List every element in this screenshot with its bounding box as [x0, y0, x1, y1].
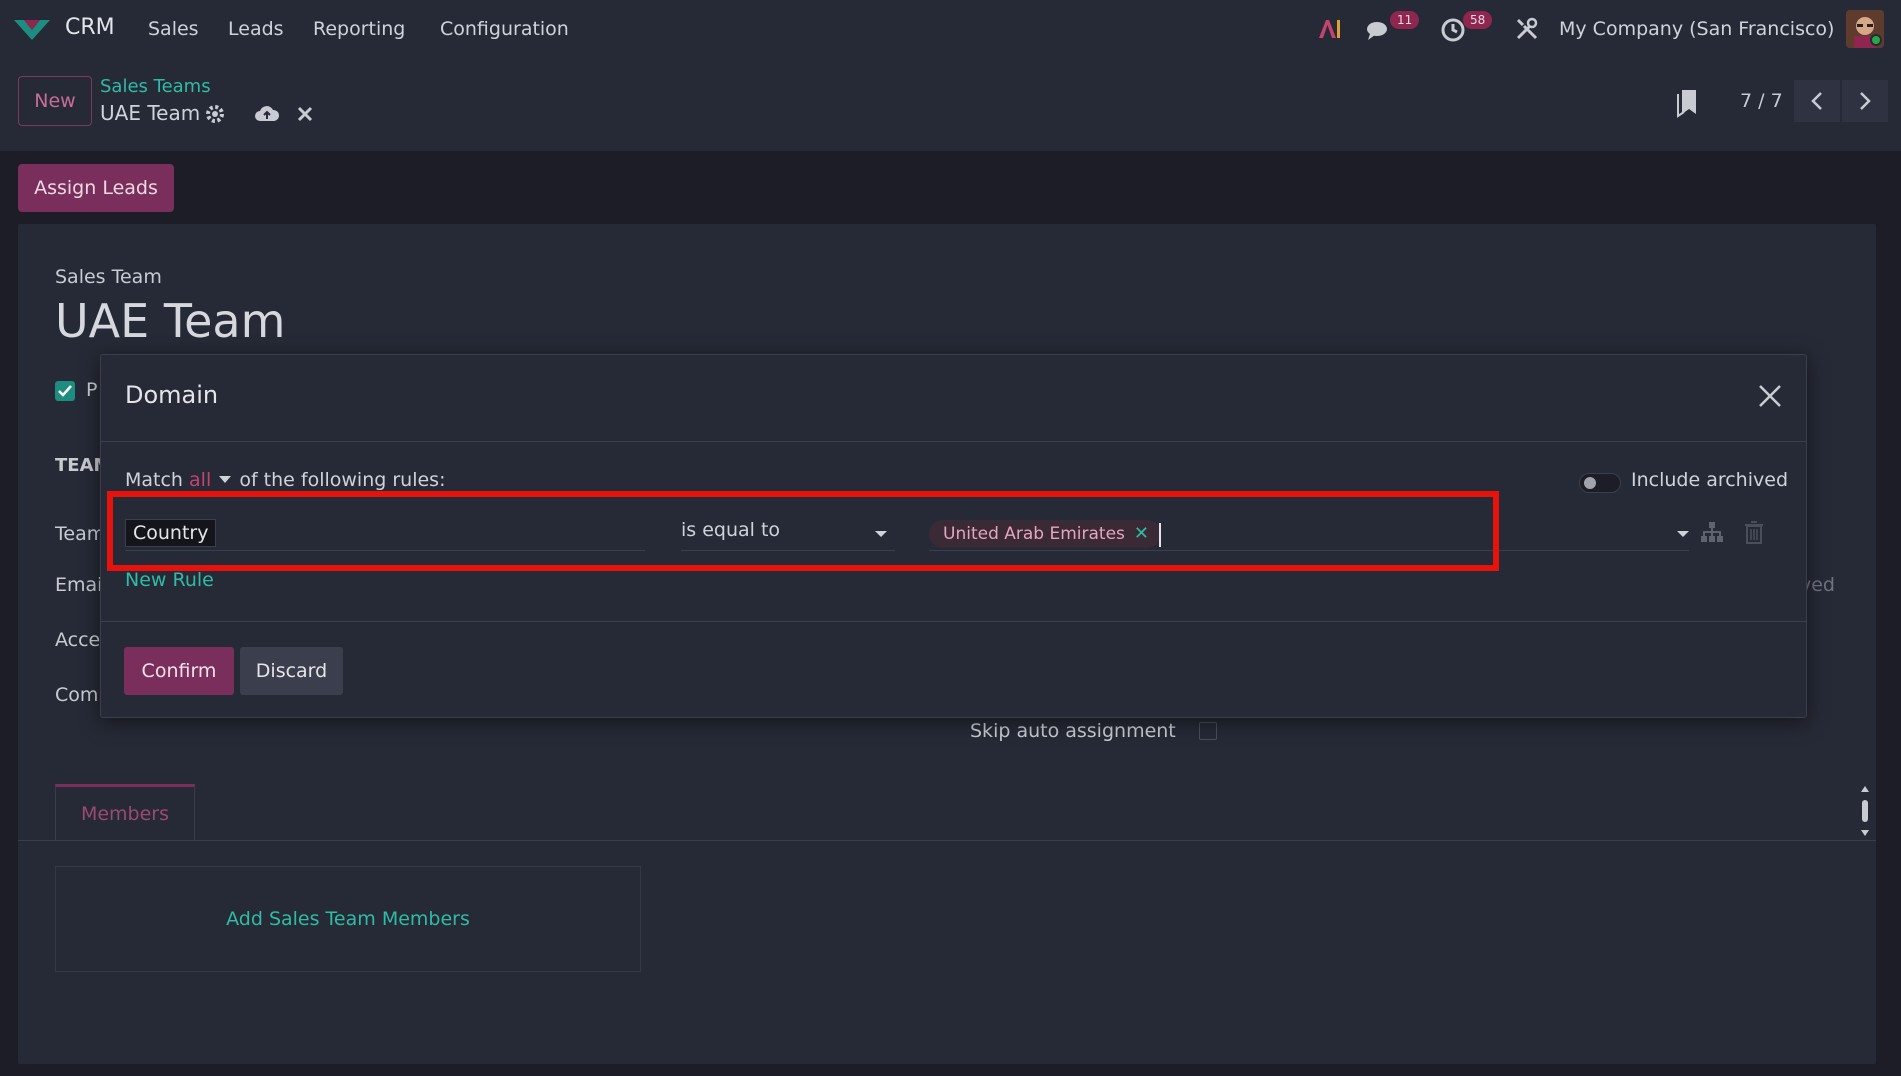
activities-badge: 58	[1463, 11, 1493, 29]
dialog-footer-divider	[101, 621, 1806, 622]
skip-auto-assignment-label: Skip auto assignment	[970, 720, 1176, 742]
discard-changes-icon[interactable]	[294, 103, 316, 125]
pager-value[interactable]: 7 / 7	[1740, 90, 1783, 112]
accept-emails-label: Acce	[55, 629, 101, 651]
app-name[interactable]: CRM	[65, 15, 115, 40]
top-navbar: CRM Sales Leads Reporting Configuration …	[0, 0, 1901, 60]
scrollbar[interactable]	[1861, 786, 1869, 836]
sales-team-label: Sales Team	[55, 266, 162, 288]
include-archived-label: Include archived	[1631, 469, 1789, 491]
confirm-button[interactable]: Confirm	[124, 647, 234, 695]
chevron-right-icon	[1860, 92, 1871, 110]
company-label: Com	[55, 684, 99, 706]
new-button[interactable]: New	[18, 76, 92, 126]
match-suffix: of the following rules:	[239, 469, 446, 491]
checkbox-label-partial: P	[86, 379, 98, 401]
pager-previous-button[interactable]	[1794, 80, 1840, 122]
discard-button[interactable]: Discard	[240, 647, 343, 695]
pager-next-button[interactable]	[1842, 80, 1888, 122]
sales-team-title[interactable]: UAE Team	[55, 294, 285, 348]
messages-badge: 11	[1390, 11, 1420, 29]
menu-sales[interactable]: Sales	[148, 18, 199, 40]
chevron-left-icon	[1811, 92, 1822, 110]
company-switcher[interactable]: My Company (San Francisco)	[1559, 18, 1834, 40]
tab-members[interactable]: Members	[55, 784, 195, 840]
menu-leads[interactable]: Leads	[228, 18, 284, 40]
match-selector[interactable]: all	[189, 469, 211, 491]
ai-icon[interactable]	[1315, 14, 1345, 44]
online-status-dot	[1870, 34, 1882, 46]
new-rule-link[interactable]: New Rule	[125, 569, 214, 591]
tools-icon[interactable]	[1512, 14, 1542, 44]
menu-reporting[interactable]: Reporting	[313, 18, 405, 40]
match-prefix: Match	[125, 469, 183, 491]
check-icon	[58, 385, 72, 397]
include-archived-toggle[interactable]	[1579, 473, 1621, 493]
skip-auto-assignment-checkbox[interactable]	[1199, 722, 1217, 740]
dialog-title: Domain	[125, 381, 219, 409]
team-leader-label: Team	[55, 523, 106, 545]
breadcrumb-parent[interactable]: Sales Teams	[100, 76, 211, 97]
close-icon[interactable]	[1757, 383, 1783, 409]
bookmark-icon[interactable]	[1676, 88, 1700, 118]
dialog-header-divider	[101, 441, 1806, 442]
gear-icon[interactable]	[204, 103, 226, 125]
add-sales-team-members-button[interactable]: Add Sales Team Members	[55, 866, 641, 972]
assign-leads-button[interactable]: Assign Leads	[18, 164, 174, 212]
tab-divider	[18, 840, 1876, 841]
trash-icon[interactable]	[1741, 519, 1767, 545]
pipeline-checkbox[interactable]	[55, 381, 75, 401]
menu-configuration[interactable]: Configuration	[440, 18, 569, 40]
match-rule-row: Match all of the following rules:	[125, 469, 445, 491]
control-panel: New Sales Teams UAE Team 7 / 7	[0, 60, 1901, 152]
crm-logo-icon[interactable]	[12, 14, 52, 44]
breadcrumb-current: UAE Team	[100, 101, 201, 125]
toggle-knob	[1584, 477, 1596, 489]
highlight-box	[107, 491, 1499, 571]
caret-down-icon[interactable]	[1677, 531, 1689, 537]
email-alias-label: Emai	[55, 574, 103, 596]
add-branch-icon[interactable]	[1699, 519, 1725, 545]
cloud-upload-icon[interactable]	[254, 103, 280, 125]
caret-down-icon[interactable]	[219, 476, 232, 484]
